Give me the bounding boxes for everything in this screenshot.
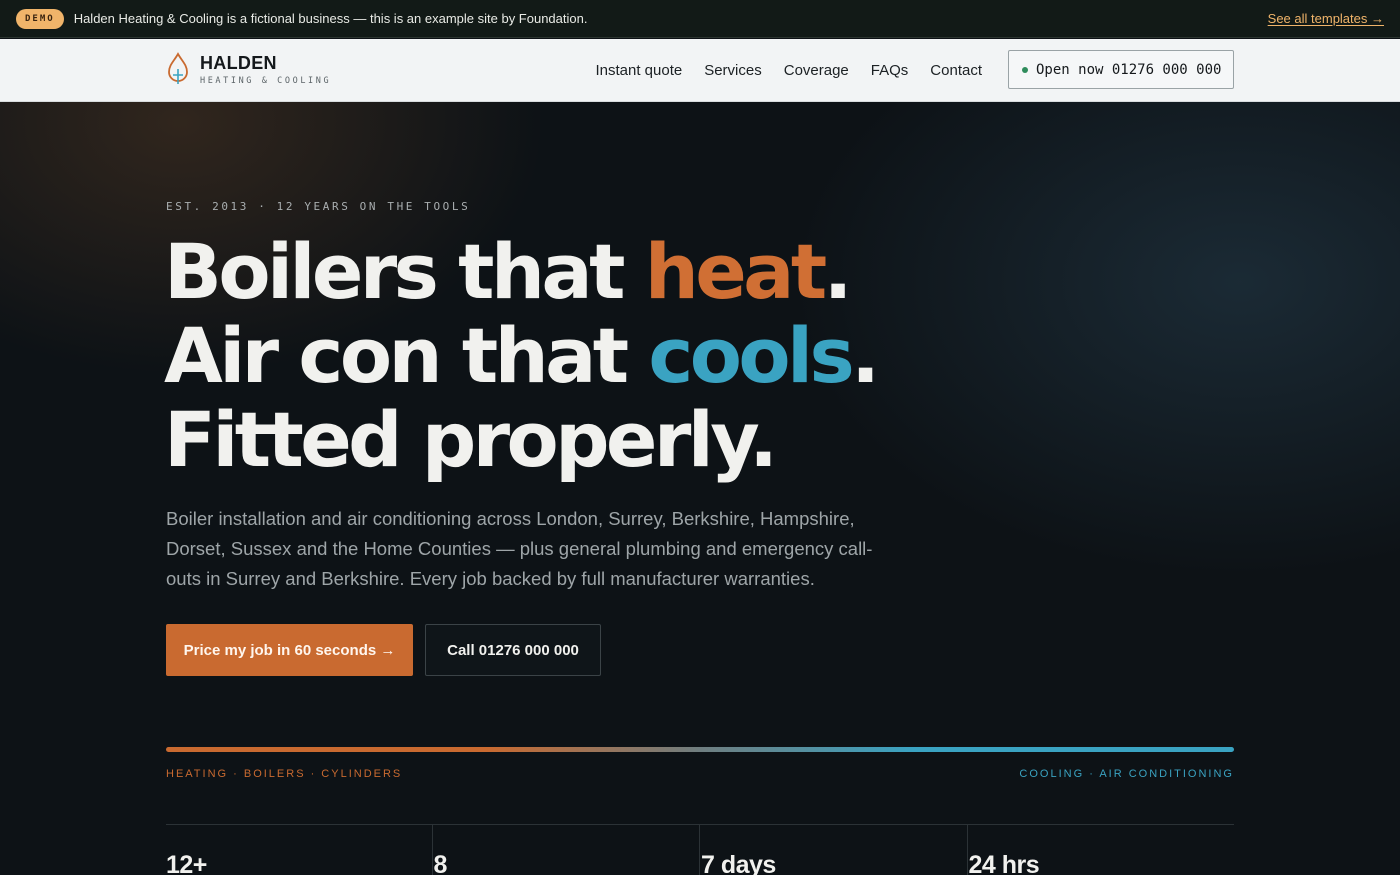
headline-period: . xyxy=(823,227,853,316)
hero-eyebrow: EST. 2013 · 12 YEARS ON THE TOOLS xyxy=(166,200,471,213)
main-nav: Instant quote Services Coverage FAQs Con… xyxy=(595,39,982,102)
stat-value: 7 days xyxy=(701,851,776,875)
heat-cool-gradient-divider xyxy=(166,747,1234,752)
cooling-services-tag: COOLING · AIR CONDITIONING xyxy=(1019,768,1234,780)
nav-faqs[interactable]: FAQs xyxy=(871,62,909,79)
nav-instant-quote[interactable]: Instant quote xyxy=(595,62,682,79)
logo-tagline: HEATING & COOLING xyxy=(200,75,332,86)
heating-services-tag: HEATING · BOILERS · CYLINDERS xyxy=(166,768,403,780)
demo-notice: Halden Heating & Cooling is a fictional … xyxy=(73,11,588,26)
stat-value: 24 hrs xyxy=(968,851,1040,875)
flame-drop-icon xyxy=(168,52,188,84)
hero-description: Boiler installation and air conditioning… xyxy=(166,508,873,589)
stat-item: 12+ xyxy=(166,825,432,875)
open-now-call-button[interactable]: Open now 01276 000 000 xyxy=(1008,50,1234,89)
see-all-templates-link[interactable]: See all templates → xyxy=(1268,11,1384,26)
logo[interactable]: HALDEN HEATING & COOLING xyxy=(166,52,331,86)
headline-cools-word: cools xyxy=(648,311,854,400)
price-my-job-button[interactable]: Price my job in 60 seconds → xyxy=(166,624,413,676)
headline-line-3: Fitted properly. xyxy=(164,395,778,484)
nav-services[interactable]: Services xyxy=(704,62,762,79)
stat-item: 8 xyxy=(431,825,700,875)
nav-contact[interactable]: Contact xyxy=(930,62,982,79)
logo-name: HALDEN xyxy=(200,52,277,73)
open-now-label: Open now 01276 000 000 xyxy=(1036,61,1222,78)
headline-text: Boilers that xyxy=(164,227,645,316)
headline-heat-word: heat xyxy=(644,227,827,316)
stat-value: 12+ xyxy=(166,851,207,875)
demo-badge: DEMO xyxy=(16,8,64,29)
headline-line-1: Boilers that heat. xyxy=(164,230,1164,314)
headline-line-2: Air con that cools. xyxy=(164,314,1164,398)
headline-period: . xyxy=(851,311,880,400)
stat-item: 7 days xyxy=(699,825,967,875)
hero-headline: Boilers that heat. Air con that cools. F… xyxy=(164,230,1164,482)
call-button[interactable]: Call 01276 000 000 xyxy=(425,624,601,676)
hero-section: EST. 2013 · 12 YEARS ON THE TOOLS Boiler… xyxy=(0,102,1400,875)
stat-value: 8 xyxy=(433,851,448,875)
nav-coverage[interactable]: Coverage xyxy=(784,62,849,79)
stat-item: 24 hrs xyxy=(966,825,1235,875)
demo-bar: DEMO Halden Heating & Cooling is a ficti… xyxy=(0,0,1400,38)
headline-text: Air con that xyxy=(164,311,649,400)
stats-row: 12+ 8 7 days 24 hrs xyxy=(166,824,1234,875)
site-header: HALDEN HEATING & COOLING Instant quote S… xyxy=(0,39,1400,102)
status-dot-icon xyxy=(1022,66,1028,73)
